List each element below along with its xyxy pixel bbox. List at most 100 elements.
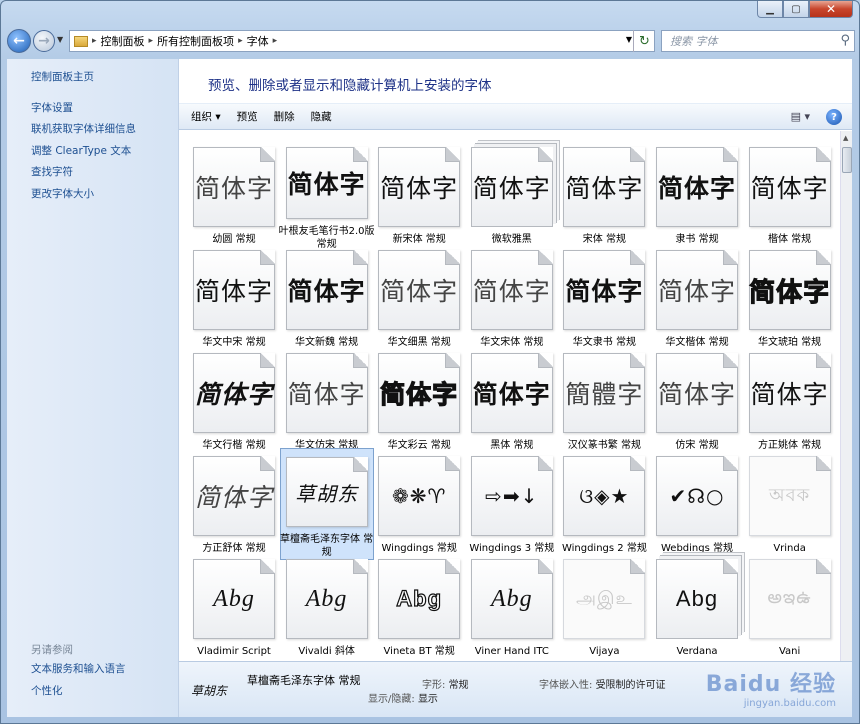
font-tile[interactable]: 簡體字 汉仪篆书繁 常规 bbox=[557, 345, 651, 457]
font-sample-glyph: ⇨➡↓ bbox=[485, 484, 539, 508]
font-sample-glyph: 草胡东 bbox=[295, 481, 359, 506]
font-sample-glyph: 简体字 bbox=[657, 277, 736, 306]
window-controls: ▁ ▢ ✕ bbox=[757, 1, 853, 18]
minimize-button[interactable]: ▁ bbox=[757, 1, 783, 18]
forward-button[interactable]: → bbox=[33, 30, 55, 52]
font-tile[interactable]: 简体字 华文仿宋 常规 bbox=[280, 345, 374, 457]
font-style-value: 常规 bbox=[448, 680, 469, 691]
font-name-label: Vani bbox=[778, 646, 801, 657]
font-tile[interactable]: 简体字 隶书 常规 bbox=[650, 139, 744, 251]
breadcrumb-control-panel[interactable]: 控制面板 bbox=[101, 33, 145, 49]
scroll-up-icon[interactable]: ▲ bbox=[843, 134, 848, 142]
show-hide-label: 显示/隐藏: bbox=[368, 694, 415, 705]
font-tile[interactable]: 简体字 华文彩云 常规 bbox=[372, 345, 466, 457]
maximize-button[interactable]: ▢ bbox=[783, 1, 809, 18]
details-pane: 草胡东 草檀斋毛泽东字体 常规 字形: 常规 显示/隐藏: 显示 字体嵌入性: … bbox=[179, 661, 852, 717]
font-preview-icon: அஇஉ bbox=[563, 559, 646, 639]
font-preview-icon: 简体字 bbox=[378, 353, 461, 433]
font-tile[interactable]: Abg Vineta BT 常规 bbox=[372, 551, 466, 661]
vertical-scrollbar[interactable]: ▲ bbox=[840, 131, 852, 661]
selected-font-thumbnail: 草胡东 bbox=[190, 683, 227, 698]
page-title: 预览、删除或者显示和隐藏计算机上安装的字体 bbox=[208, 78, 492, 94]
sidebar-adjust-cleartype[interactable]: 调整 ClearType 文本 bbox=[7, 141, 178, 163]
font-sample-glyph: 简体字 bbox=[565, 174, 644, 203]
font-tile[interactable]: 简体字 叶根友毛笔行书2.0版 常规 bbox=[279, 139, 375, 251]
font-sample-glyph: 簡體字 bbox=[565, 380, 644, 409]
font-tile[interactable]: 简体字 微软雅黑 bbox=[465, 139, 559, 251]
search-input[interactable]: 搜索 字体 ⚲ bbox=[661, 30, 855, 52]
font-name-label: Verdana bbox=[676, 646, 718, 657]
font-sample-glyph: ❁❋♈ bbox=[391, 484, 447, 508]
sidebar-text-services[interactable]: 文本服务和输入语言 bbox=[7, 659, 178, 681]
recent-pages-dropdown[interactable]: ▼ bbox=[57, 35, 63, 44]
font-tile[interactable]: 简体字 方正舒体 常规 bbox=[187, 448, 281, 560]
help-icon: ? bbox=[831, 111, 837, 123]
font-tile[interactable]: 简体字 黑体 常规 bbox=[465, 345, 559, 457]
font-tile[interactable]: Abg Vivaldi 斜体 bbox=[280, 551, 374, 661]
font-sample-glyph: 简体字 bbox=[380, 277, 459, 306]
font-tile[interactable]: అఇఉ Vani bbox=[743, 551, 837, 661]
sidebar-change-font-size[interactable]: 更改字体大小 bbox=[7, 184, 178, 206]
organize-button[interactable]: 组织 ▾ bbox=[191, 109, 221, 124]
font-tile[interactable]: ✔☊○ Webdings 常规 bbox=[650, 448, 744, 560]
font-tile[interactable]: 简体字 华文隶书 常规 bbox=[557, 242, 651, 354]
sidebar-personalization[interactable]: 个性化 bbox=[7, 681, 178, 703]
refresh-button[interactable]: ↻ bbox=[633, 30, 655, 52]
sidebar-font-settings[interactable]: 字体设置 bbox=[7, 98, 178, 120]
font-tile[interactable]: அஇஉ Vijaya bbox=[557, 551, 651, 661]
font-tile[interactable]: 简体字 华文行楷 常规 bbox=[187, 345, 281, 457]
font-tile[interactable]: 简体字 华文中宋 常规 bbox=[187, 242, 281, 354]
font-preview-icon: Abg bbox=[656, 559, 738, 639]
font-tile[interactable]: 简体字 华文新魏 常规 bbox=[280, 242, 374, 354]
font-name-label: Vivaldi 斜体 bbox=[298, 646, 355, 657]
font-tile[interactable]: ⇨➡↓ Wingdings 3 常规 bbox=[465, 448, 559, 560]
font-tile[interactable]: 草胡东 草檀斋毛泽东字体 常规 bbox=[279, 448, 374, 560]
delete-button[interactable]: 删除 bbox=[274, 109, 295, 124]
sidebar-find-character[interactable]: 查找字符 bbox=[7, 162, 178, 184]
close-button[interactable]: ✕ bbox=[809, 1, 853, 18]
sidebar-home-link[interactable]: 控制面板主页 bbox=[7, 67, 178, 89]
address-dropdown-icon[interactable]: ▼ bbox=[626, 35, 632, 44]
font-preview-icon: 简体字 bbox=[748, 147, 831, 227]
font-sample-glyph: 简体字 bbox=[750, 174, 829, 203]
font-tile[interactable]: 简体字 华文宋体 常规 bbox=[465, 242, 559, 354]
font-tile[interactable]: ❁❋♈ Wingdings 常规 bbox=[372, 448, 466, 560]
font-tile[interactable]: 简体字 楷体 常规 bbox=[743, 139, 837, 251]
font-tile[interactable]: 简体字 方正姚体 常规 bbox=[743, 345, 837, 457]
font-tile[interactable]: 简体字 宋体 常规 bbox=[557, 139, 651, 251]
font-preview-icon: 简体字 bbox=[193, 456, 275, 536]
sidebar: 控制面板主页 字体设置 联机获取字体详细信息 调整 ClearType 文本 查… bbox=[7, 59, 179, 717]
breadcrumb-all-items[interactable]: 所有控制面板项 bbox=[157, 33, 234, 49]
search-icon[interactable]: ⚲ bbox=[840, 33, 850, 48]
font-preview-icon: 简体字 bbox=[656, 147, 738, 227]
font-tile[interactable]: Abg Viner Hand ITC bbox=[465, 551, 559, 661]
hide-button[interactable]: 隐藏 bbox=[311, 109, 332, 124]
font-sample-glyph: Abg bbox=[396, 585, 443, 611]
font-tile[interactable]: অবক Vrinda bbox=[743, 448, 837, 560]
scrollbar-thumb[interactable] bbox=[842, 147, 852, 173]
font-preview-icon: 简体字 bbox=[470, 147, 553, 227]
font-tile[interactable]: Abg Verdana bbox=[650, 551, 744, 661]
font-tile[interactable]: 简体字 华文细黑 常规 bbox=[372, 242, 466, 354]
folder-icon bbox=[74, 35, 88, 47]
help-button[interactable]: ? bbox=[826, 109, 842, 125]
font-tile[interactable]: 简体字 华文琥珀 常规 bbox=[743, 242, 837, 354]
change-view-button[interactable]: ▤ ▾ bbox=[791, 110, 810, 123]
font-preview-icon: 简体字 bbox=[378, 147, 461, 227]
font-tile[interactable]: Abg Vladimir Script bbox=[187, 551, 281, 661]
font-tile[interactable]: 简体字 新宋体 常规 bbox=[372, 139, 466, 251]
font-sample-glyph: 简体字 bbox=[287, 380, 366, 409]
font-tile[interactable]: 简体字 幼圆 常规 bbox=[187, 139, 281, 251]
font-name-label: Viner Hand ITC bbox=[474, 646, 549, 657]
back-button[interactable]: ← bbox=[7, 29, 31, 53]
address-bar[interactable]: ▸ 控制面板 ▸ 所有控制面板项 ▸ 字体 ▸ ▼ bbox=[69, 30, 655, 52]
font-tile[interactable]: ଓ◈★ Wingdings 2 常规 bbox=[557, 448, 651, 560]
sidebar-get-font-info[interactable]: 联机获取字体详细信息 bbox=[7, 119, 178, 141]
font-tile[interactable]: 简体字 华文楷体 常规 bbox=[650, 242, 744, 354]
arrow-left-icon: ← bbox=[13, 33, 25, 49]
breadcrumb-fonts[interactable]: 字体 bbox=[247, 33, 269, 49]
font-tile[interactable]: 简体字 仿宋 常规 bbox=[650, 345, 744, 457]
font-sample-glyph: 简体字 bbox=[380, 379, 459, 409]
font-preview-icon: 简体字 bbox=[749, 250, 831, 330]
preview-button[interactable]: 预览 bbox=[237, 109, 258, 124]
